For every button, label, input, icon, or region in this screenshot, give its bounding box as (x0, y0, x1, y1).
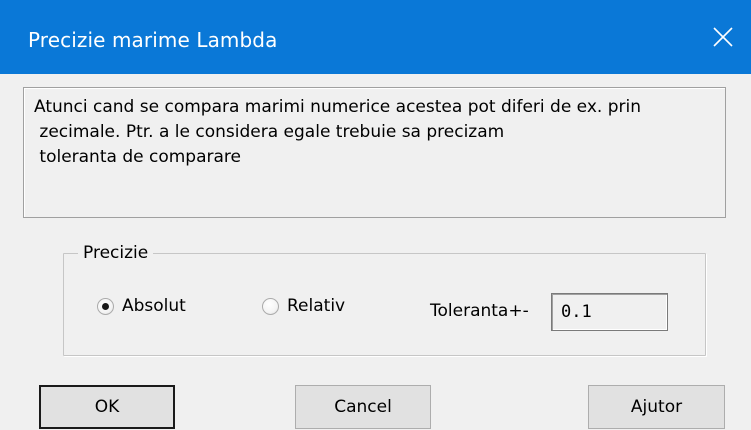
tolerance-input[interactable] (551, 293, 668, 331)
close-icon (713, 27, 733, 47)
window-title: Precizie marime Lambda (28, 28, 278, 52)
help-button[interactable]: Ajutor (588, 385, 725, 429)
radio-absolut[interactable]: Absolut (97, 296, 186, 316)
radio-relativ-circle[interactable] (262, 297, 279, 315)
radio-relativ-label: Relativ (287, 296, 346, 316)
radio-relativ[interactable]: Relativ (262, 296, 345, 316)
info-panel: Atunci cand se compara marimi numerice a… (23, 87, 726, 218)
radio-selected-dot (102, 302, 109, 310)
ok-button[interactable]: OK (39, 385, 175, 429)
info-text: Atunci cand se compara marimi numerice a… (34, 97, 641, 167)
close-button[interactable] (695, 12, 751, 62)
dialog-body: Atunci cand se compara marimi numerice a… (0, 74, 751, 430)
title-bar: Precizie marime Lambda (0, 0, 751, 74)
radio-absolut-label: Absolut (122, 296, 186, 316)
precision-group-label: Precizie (78, 242, 154, 264)
radio-absolut-circle[interactable] (97, 297, 114, 315)
tolerance-label: Toleranta+- (430, 301, 529, 321)
cancel-button[interactable]: Cancel (295, 385, 431, 429)
